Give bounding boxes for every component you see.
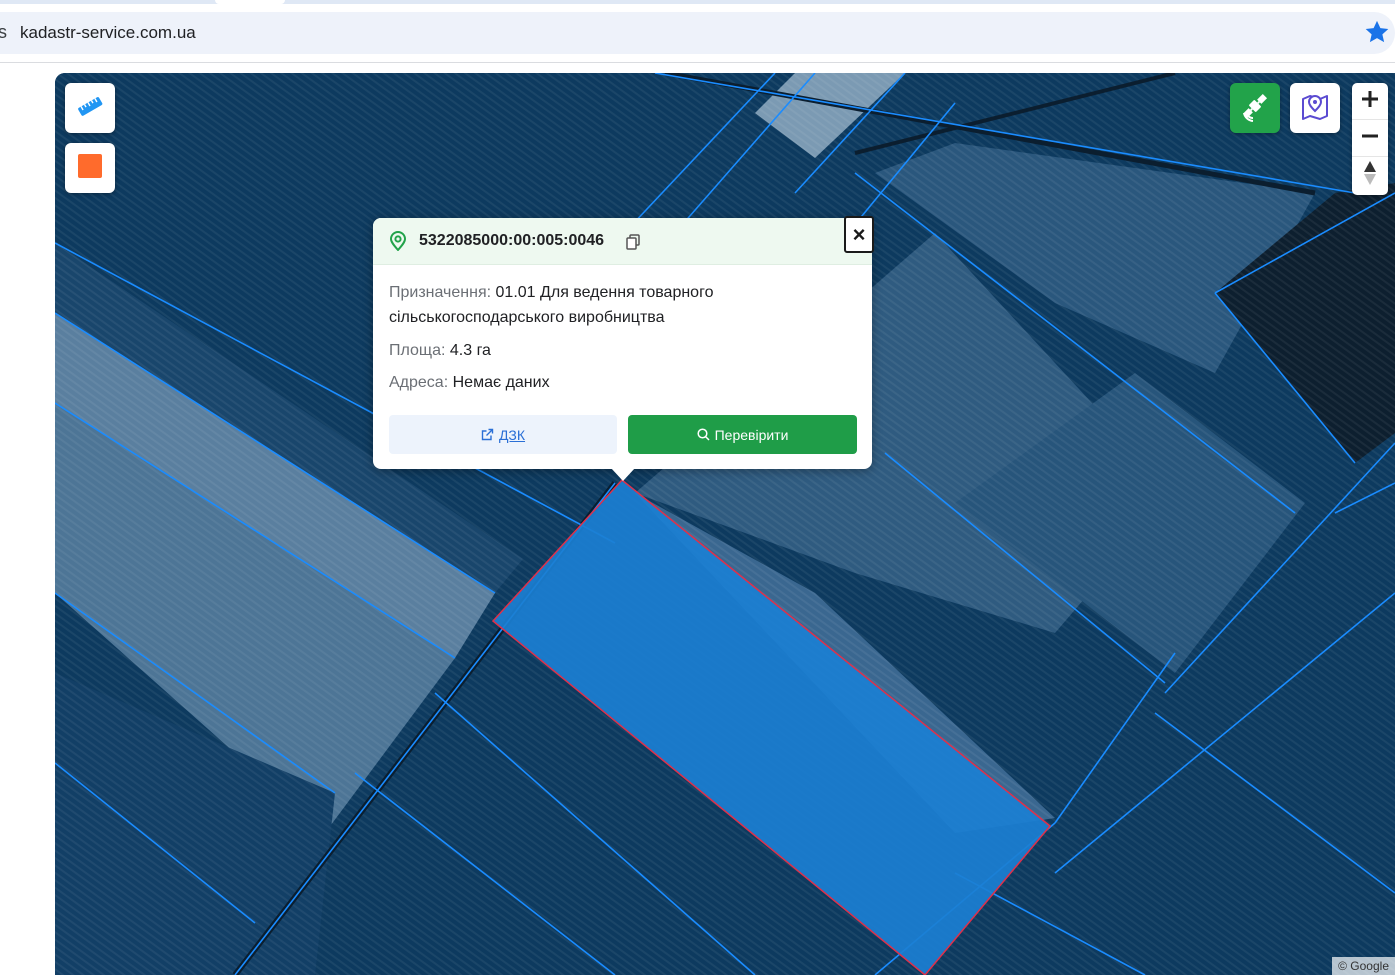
satellite-layer-button[interactable] [1230,83,1280,133]
active-tab[interactable] [215,0,285,4]
area-label: Площа: [389,342,446,359]
zoom-controls [1352,83,1388,195]
search-icon [697,428,710,441]
parcel-info-popup: 5322085000:00:005:0046 × Призначення: 01… [373,216,874,469]
map-view[interactable]: 5322085000:00:005:0046 × Призначення: 01… [55,73,1395,975]
area-row: Площа: 4.3 га [389,338,829,363]
copy-icon[interactable] [626,234,640,255]
check-button-label: Перевірити [714,426,789,443]
map-attribution: © Google [1332,957,1395,975]
location-pin-icon [388,231,408,256]
dzk-link-button[interactable]: ДЗК [389,415,617,454]
satellite-icon [1239,90,1271,127]
tab-strip [0,0,1395,4]
purpose-row: Призначення: 01.01 Для ведення товарного… [389,280,829,330]
plus-icon [1361,90,1379,113]
check-button[interactable]: Перевірити [628,415,857,454]
close-popup-button[interactable]: × [844,216,874,253]
zoom-out-button[interactable] [1352,120,1388,157]
ruler-icon [75,91,105,126]
purpose-label: Призначення: [389,284,492,301]
bookmark-star-icon[interactable] [1363,18,1391,46]
address-bar[interactable]: s kadastr-service.com.ua [0,12,1395,54]
address-value: Немає даних [452,374,550,391]
measure-button[interactable] [65,83,115,133]
zoom-in-button[interactable] [1352,83,1388,120]
area-value: 4.3 га [449,342,491,359]
popup-header: 5322085000:00:005:0046 × [373,216,874,265]
satellite-imagery [55,73,1395,975]
compass-icon [1363,160,1377,191]
map-layer-button[interactable] [1290,83,1340,133]
draw-polygon-button[interactable] [65,143,115,193]
cadastral-number: 5322085000:00:005:0046 [419,232,605,249]
external-link-icon [481,428,494,441]
minus-icon [1361,127,1379,150]
reset-bearing-button[interactable] [1352,157,1388,193]
dzk-button-label: ДЗК [498,426,526,443]
url-text[interactable]: kadastr-service.com.ua [20,23,196,43]
popup-pointer [611,468,635,481]
address-row: Адреса: Немає даних [389,370,829,395]
address-label: Адреса: [389,374,449,391]
map-pin-icon [1299,90,1331,127]
square-icon [77,153,103,184]
toolbar-divider [0,62,1395,63]
address-bar-fragment: s [0,22,7,42]
